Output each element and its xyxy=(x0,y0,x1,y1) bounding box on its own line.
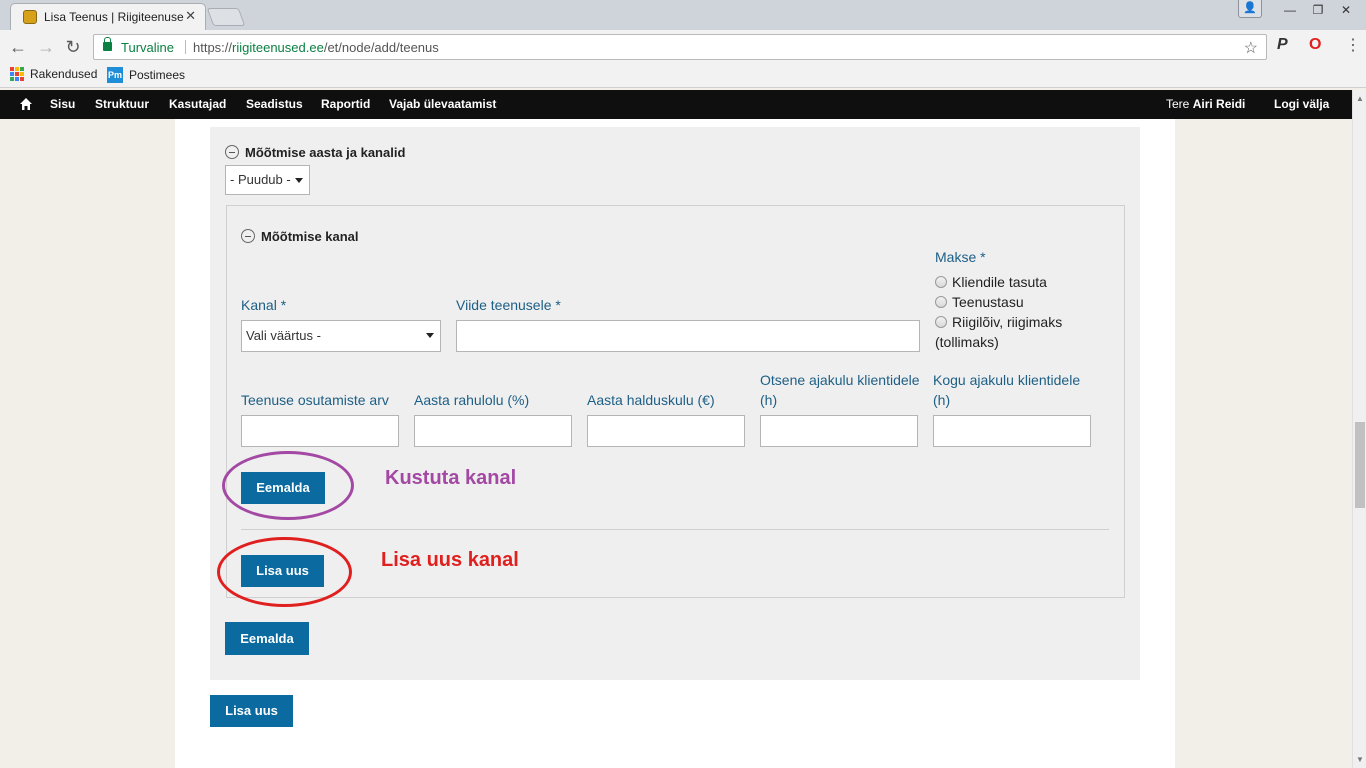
payment-option-free[interactable]: Kliendile tasuta xyxy=(935,274,1047,290)
radio-button[interactable] xyxy=(935,276,947,288)
bookmark-star-icon[interactable]: ☆ xyxy=(1244,38,1258,58)
window-controls: — ❐ ✕ xyxy=(1276,0,1360,20)
satisfaction-label: Aasta rahulolu (%) xyxy=(414,392,530,408)
payment-option-state-fee-cont: (tollimaks) xyxy=(935,334,999,350)
service-count-label: Teenuse osutamiste arv xyxy=(241,392,389,408)
site-favicon-icon xyxy=(23,10,37,24)
total-time-label: Kogu ajakulu klientidele (h) xyxy=(933,372,1081,408)
logout-link[interactable]: Logi välja xyxy=(1274,97,1329,111)
channel-divider xyxy=(241,529,1109,530)
admin-link-struktuur[interactable]: Struktuur xyxy=(95,97,149,111)
highlight-ellipse-add xyxy=(217,537,352,607)
admin-link-seadistus[interactable]: Seadistus xyxy=(246,97,303,111)
admin-cost-input[interactable] xyxy=(587,415,745,447)
pm-icon: Pm xyxy=(107,67,123,83)
page-scrollbar[interactable]: ▲ ▼ xyxy=(1352,90,1366,768)
tab-title: Lisa Teenus | Riigiteenused xyxy=(44,10,184,24)
security-label: Turvaline xyxy=(121,40,174,55)
collapse-icon[interactable] xyxy=(225,145,239,159)
collapse-icon[interactable] xyxy=(241,229,255,243)
chevron-down-icon xyxy=(426,333,434,338)
service-count-input[interactable] xyxy=(241,415,399,447)
admin-cost-label: Aasta halduskulu (€) xyxy=(587,392,715,408)
bookmarks-bar: Rakendused Pm Postimees xyxy=(0,64,1366,88)
payment-label: Makse * xyxy=(935,249,986,265)
url-text: https://riigiteenused.ee/et/node/add/tee… xyxy=(193,40,439,55)
link-input[interactable] xyxy=(456,320,920,352)
chevron-down-icon xyxy=(295,178,303,183)
address-bar[interactable]: Turvaline https://riigiteenused.ee/et/no… xyxy=(93,34,1267,60)
browser-tab-bar: Lisa Teenus | Riigiteenused ✕ 👤 — ❐ ✕ xyxy=(0,0,1366,30)
remove-year-button[interactable]: Eemalda xyxy=(225,622,309,655)
annotation-add-channel: Lisa uus kanal xyxy=(381,549,519,571)
payment-option-fee[interactable]: Teenustasu xyxy=(935,294,1024,310)
payment-option-state-fee[interactable]: Riigilõiv, riigimaks xyxy=(935,314,1062,330)
browser-tab[interactable]: Lisa Teenus | Riigiteenused ✕ xyxy=(10,3,206,30)
forward-arrow-icon[interactable]: → xyxy=(36,37,56,57)
year-channels-legend[interactable]: Mõõtmise aasta ja kanalid xyxy=(225,145,405,160)
lock-icon xyxy=(103,37,112,51)
admin-link-kasutajad[interactable]: Kasutajad xyxy=(169,97,226,111)
new-tab-button[interactable] xyxy=(206,8,246,26)
add-year-button[interactable]: Lisa uus xyxy=(210,695,293,727)
reload-icon[interactable]: ↻ xyxy=(63,37,83,57)
user-greeting[interactable]: Tere Airi Reidi xyxy=(1166,97,1245,111)
scroll-up-icon[interactable]: ▲ xyxy=(1356,94,1364,103)
radio-button[interactable] xyxy=(935,316,947,328)
scroll-down-icon[interactable]: ▼ xyxy=(1356,755,1364,764)
highlight-ellipse-remove xyxy=(222,451,354,520)
p-extension-icon[interactable]: P xyxy=(1277,36,1288,54)
admin-link-sisu[interactable]: Sisu xyxy=(50,97,75,111)
home-icon[interactable] xyxy=(19,97,33,111)
direct-time-label: Otsene ajakulu klientidele (h) xyxy=(760,372,920,408)
bookmark-rakendused[interactable]: Rakendused xyxy=(10,67,97,81)
browser-toolbar: ← → ↻ Turvaline https://riigiteenused.ee… xyxy=(0,30,1366,64)
tab-close-icon[interactable]: ✕ xyxy=(185,8,196,24)
admin-toolbar: Sisu Struktuur Kasutajad Seadistus Rapor… xyxy=(0,90,1352,119)
total-time-input[interactable] xyxy=(933,415,1091,447)
apps-grid-icon xyxy=(10,67,24,81)
menu-dots-icon[interactable]: ⋮ xyxy=(1345,36,1361,56)
opera-extension-icon[interactable]: O xyxy=(1309,36,1321,54)
channel-legend[interactable]: Mõõtmise kanal xyxy=(241,229,359,244)
link-label: Viide teenusele * xyxy=(456,297,561,313)
profile-icon[interactable]: 👤 xyxy=(1238,0,1262,18)
close-window-icon[interactable]: ✕ xyxy=(1332,0,1360,20)
back-arrow-icon[interactable]: ← xyxy=(8,37,28,57)
satisfaction-input[interactable] xyxy=(414,415,572,447)
admin-link-vajab-ulevaatamist[interactable]: Vajab ülevaatamist xyxy=(389,97,496,111)
scrollbar-thumb[interactable] xyxy=(1355,422,1365,508)
direct-time-input[interactable] xyxy=(760,415,918,447)
radio-button[interactable] xyxy=(935,296,947,308)
kanal-select[interactable]: Vali väärtus - xyxy=(241,320,441,352)
bookmark-postimees[interactable]: Pm Postimees xyxy=(107,67,185,83)
kanal-label: Kanal * xyxy=(241,297,287,313)
admin-link-raportid[interactable]: Raportid xyxy=(321,97,370,111)
restore-icon[interactable]: ❐ xyxy=(1304,0,1332,20)
annotation-delete-channel: Kustuta kanal xyxy=(385,467,517,489)
year-select[interactable]: - Puudub - xyxy=(225,165,310,195)
minimize-icon[interactable]: — xyxy=(1276,0,1304,20)
